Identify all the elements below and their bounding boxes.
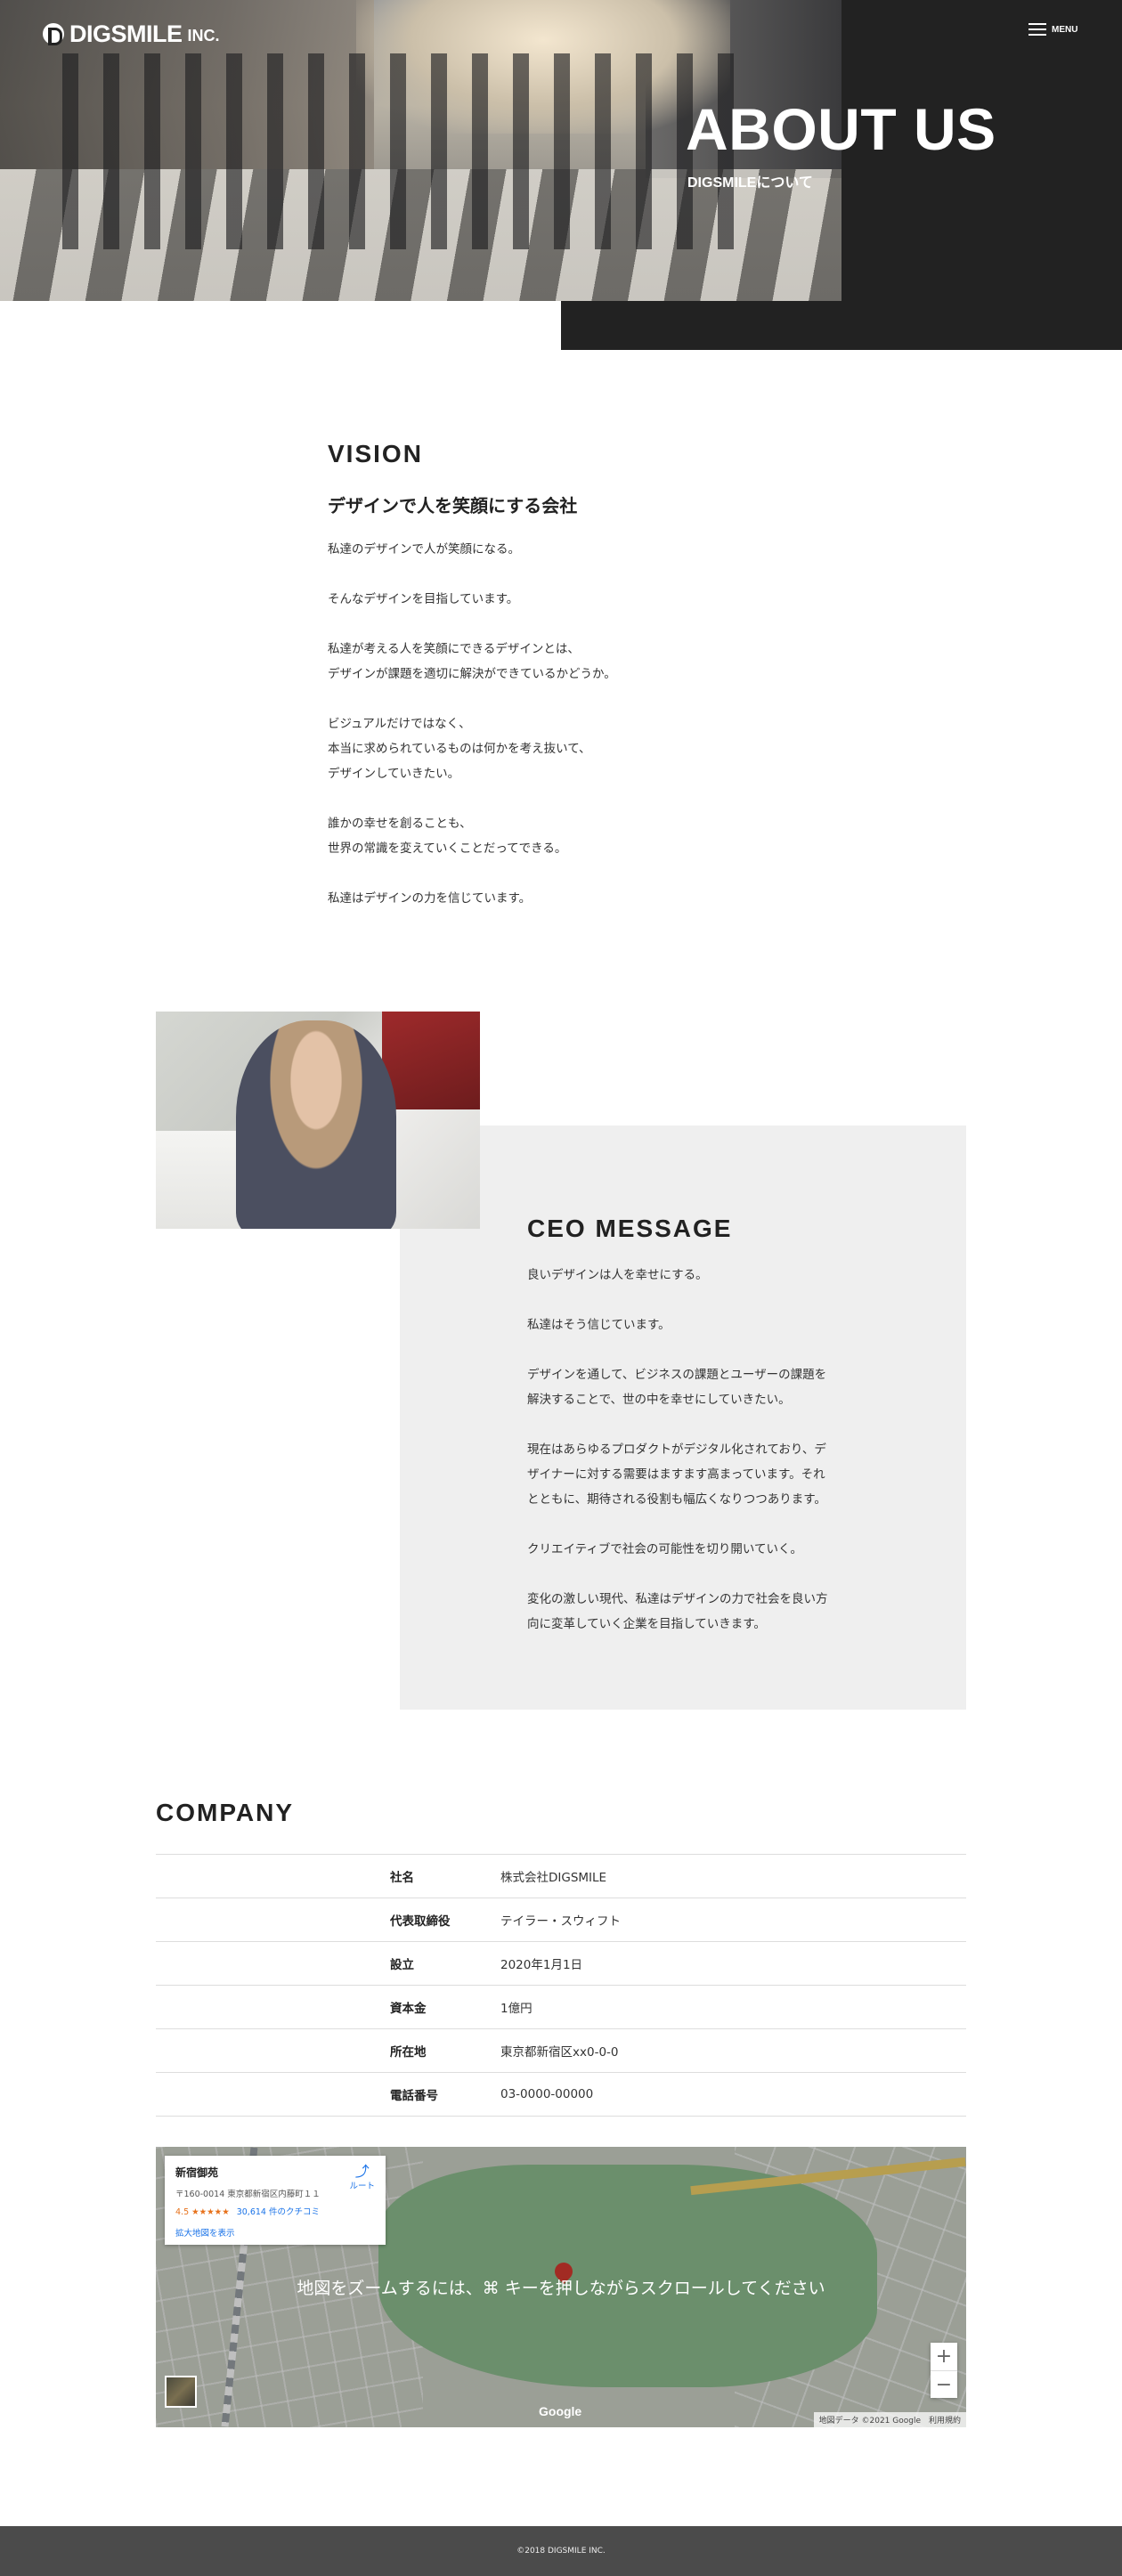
vision-section: VISION デザインで人を笑顔にする会社 私達のデザインで人が笑顔になる。 そ… bbox=[328, 440, 826, 936]
company-row-label: 設立 bbox=[390, 1958, 414, 1972]
map-scroll-hint: 地図をズームするには、⌘ キーを押しながらスクロールしてください bbox=[297, 2279, 825, 2298]
company-section: COMPANY 社名 株式会社DIGSMILE 代表取締役 テイラー・スウィフト… bbox=[156, 1799, 966, 2117]
map-enlarge-link[interactable]: 拡大地図を表示 bbox=[175, 2226, 375, 2239]
ceo-message-title: CEO MESSAGE bbox=[527, 1215, 733, 1242]
map-place-name: 新宿御苑 bbox=[175, 2166, 219, 2179]
vision-subtitle: デザインで人を笑顔にする会社 bbox=[328, 495, 578, 516]
hero-header: DIGSMILE INC. MENU ABOUT US DIGSMILEについて bbox=[0, 0, 1122, 352]
site-footer: ©2018 DIGSMILE INC. bbox=[0, 2526, 1122, 2576]
zoom-in-button[interactable]: + bbox=[931, 2343, 957, 2370]
table-row: 社名 株式会社DIGSMILE bbox=[156, 1855, 966, 1898]
map-reviews-link[interactable]: 30,614 件のクチコミ bbox=[237, 2207, 320, 2217]
vision-title: VISION bbox=[328, 440, 423, 467]
map-place-card: 新宿御苑 〒160-0014 東京都新宿区内藤町１１ 4.5 ★★★★★ 30,6… bbox=[165, 2156, 386, 2245]
vision-paragraph: 私達のデザインで人が笑顔になる。 bbox=[328, 542, 520, 557]
vision-paragraph: 私達が考える人を笑顔にできるデザインとは、 デザインが課題を適切に解決ができてい… bbox=[328, 642, 616, 681]
map-route-label: ルート bbox=[349, 2182, 375, 2191]
footer-copyright: ©2018 DIGSMILE INC. bbox=[516, 2547, 606, 2556]
ceo-photo bbox=[156, 1012, 480, 1229]
google-logo: Google bbox=[539, 2404, 582, 2418]
company-row-label: 資本金 bbox=[390, 2002, 427, 2016]
company-row-value: テイラー・スウィフト bbox=[500, 1914, 621, 1929]
zoom-out-button[interactable]: − bbox=[931, 2371, 957, 2399]
map-zoom-controls: + − bbox=[931, 2343, 957, 2398]
ceo-paragraph: 変化の激しい現代、私達はデザインの力で社会を良い方 向に変革していく企業を目指し… bbox=[527, 1592, 828, 1631]
ceo-paragraph: デザインを通して、ビジネスの課題とユーザーの課題を 解決することで、世の中を幸せ… bbox=[527, 1368, 827, 1407]
ceo-paragraph: 私達はそう信じています。 bbox=[527, 1318, 671, 1332]
map-satellite-toggle[interactable] bbox=[165, 2376, 197, 2408]
map-place-rating: 4.5 ★★★★★ 30,614 件のクチコミ bbox=[175, 2205, 375, 2217]
company-row-value: 株式会社DIGSMILE bbox=[500, 1871, 607, 1885]
logo-inc: INC. bbox=[187, 26, 220, 45]
ceo-paragraph: 現在はあらゆるプロダクトがデジタル化されており、デ ザイナーに対する需要はますま… bbox=[527, 1442, 826, 1507]
table-row: 電話番号 03-0000-00000 bbox=[156, 2073, 966, 2117]
table-row: 所在地 東京都新宿区xx0-0-0 bbox=[156, 2029, 966, 2073]
map-route-button[interactable]: ⤴ ルート bbox=[349, 2163, 375, 2192]
page-subtitle: DIGSMILEについて bbox=[687, 175, 813, 191]
table-row: 設立 2020年1月1日 bbox=[156, 1942, 966, 1986]
vision-paragraph: ビジュアルだけではなく、 本当に求められているものは何かを考え抜いて、 デザイン… bbox=[328, 717, 591, 781]
logo-text: DIGSMILE bbox=[69, 20, 183, 47]
map-attribution[interactable]: 地図データ ©2021 Google 利用規約 bbox=[813, 2412, 966, 2427]
ceo-message-section: CEO MESSAGE 良いデザインは人を幸せにする。 私達はそう信じています。… bbox=[527, 1215, 848, 1662]
directions-icon: ⤴ bbox=[354, 2163, 370, 2180]
table-row: 資本金 1億円 bbox=[156, 1986, 966, 2029]
map-rating-stars: 4.5 ★★★★★ bbox=[175, 2207, 230, 2217]
page-title: ABOUT US bbox=[686, 96, 996, 162]
company-row-value: 03-0000-00000 bbox=[500, 2087, 594, 2101]
hamburger-icon bbox=[1028, 23, 1046, 36]
menu-button[interactable]: MENU bbox=[1028, 23, 1077, 36]
company-row-label: 社名 bbox=[390, 1871, 414, 1885]
map-place-address: 〒160-0014 東京都新宿区内藤町１１ bbox=[175, 2190, 321, 2199]
company-row-value: 1億円 bbox=[500, 2002, 533, 2016]
company-row-label: 所在地 bbox=[390, 2045, 427, 2060]
vision-paragraph: そんなデザインを目指しています。 bbox=[328, 592, 519, 606]
company-info-table: 社名 株式会社DIGSMILE 代表取締役 テイラー・スウィフト 設立 2020… bbox=[156, 1854, 966, 2117]
ceo-paragraph: クリエイティブで社会の可能性を切り開いていく。 bbox=[527, 1542, 803, 1556]
table-row: 代表取締役 テイラー・スウィフト bbox=[156, 1898, 966, 1942]
vision-paragraph: 誰かの幸せを創ることも、 世界の常識を変えていくことだってできる。 bbox=[328, 817, 567, 856]
logo-mark-icon bbox=[43, 23, 64, 45]
menu-label: MENU bbox=[1052, 24, 1078, 35]
company-row-value: 東京都新宿区xx0-0-0 bbox=[500, 2045, 619, 2060]
company-row-value: 2020年1月1日 bbox=[500, 1958, 583, 1972]
site-logo[interactable]: DIGSMILE INC. bbox=[43, 16, 220, 52]
company-title: COMPANY bbox=[156, 1799, 295, 1826]
google-map-embed[interactable]: 地図をズームするには、⌘ キーを押しながらスクロールしてください 新宿御苑 〒1… bbox=[156, 2147, 966, 2427]
company-row-label: 代表取締役 bbox=[390, 1914, 451, 1929]
ceo-paragraph: 良いデザインは人を幸せにする。 bbox=[527, 1268, 708, 1282]
vision-paragraph: 私達はデザインの力を信じています。 bbox=[328, 891, 532, 906]
company-row-label: 電話番号 bbox=[390, 2089, 438, 2103]
